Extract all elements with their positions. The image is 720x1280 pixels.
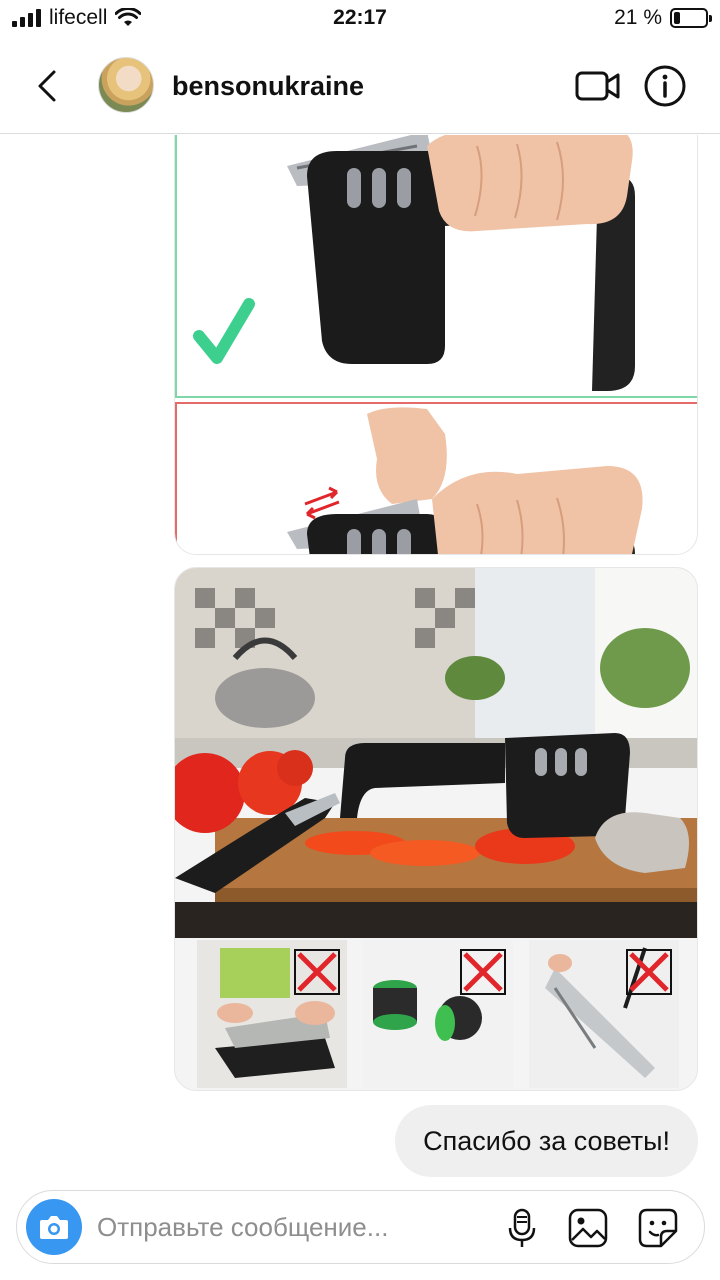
message-text: Спасибо за советы! bbox=[423, 1125, 670, 1156]
message-input[interactable] bbox=[97, 1209, 477, 1245]
camera-button[interactable] bbox=[26, 1199, 82, 1255]
wrong-usage-illustration bbox=[287, 407, 643, 554]
sharpener-usage-image[interactable] bbox=[174, 135, 698, 555]
correct-usage-illustration bbox=[193, 135, 635, 391]
battery-icon bbox=[670, 8, 712, 28]
battery-percent: 21 % bbox=[614, 6, 662, 29]
video-call-icon[interactable] bbox=[574, 66, 622, 106]
electric-sharpener-thumbnail bbox=[363, 940, 513, 1088]
battery-fill bbox=[674, 12, 681, 24]
sent-message-bubble[interactable]: Спасибо за советы! bbox=[395, 1105, 698, 1177]
info-icon[interactable] bbox=[643, 64, 687, 108]
sticker-icon[interactable] bbox=[637, 1207, 679, 1249]
chat-header: bensonukraine bbox=[0, 38, 720, 134]
microphone-icon[interactable] bbox=[505, 1207, 539, 1249]
kitchen-photo bbox=[175, 568, 697, 1088]
message-composer bbox=[16, 1190, 705, 1264]
message-thread[interactable]: Спасибо за советы! bbox=[0, 135, 720, 1185]
username[interactable]: bensonukraine bbox=[172, 71, 364, 102]
correct-usage-panel bbox=[175, 135, 697, 398]
gallery-icon[interactable] bbox=[567, 1207, 609, 1249]
status-bar: lifecell 22:17 21 % bbox=[0, 0, 720, 38]
chevron-left-icon[interactable] bbox=[30, 66, 66, 106]
honing-rod-thumbnail bbox=[529, 940, 679, 1088]
sharpener-kitchen-image[interactable] bbox=[174, 567, 698, 1091]
wrong-usage-panel bbox=[175, 402, 697, 554]
camera-icon bbox=[40, 1216, 68, 1239]
avatar[interactable] bbox=[98, 57, 154, 113]
whetstone-thumbnail bbox=[197, 940, 347, 1088]
clock: 22:17 bbox=[333, 6, 387, 29]
status-right: 21 % bbox=[614, 6, 712, 30]
